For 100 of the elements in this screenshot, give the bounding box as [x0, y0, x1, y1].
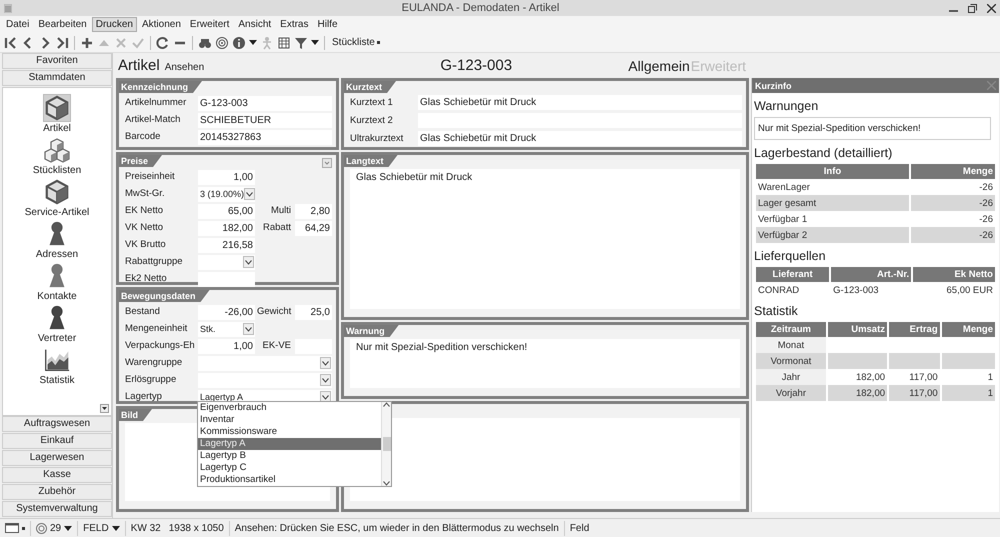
number-field[interactable]: 65,00 — [198, 204, 255, 218]
zoom-value[interactable]: 29 — [50, 522, 62, 534]
column-header[interactable]: Art.-Nr. — [831, 267, 912, 282]
first-icon[interactable] — [4, 36, 18, 50]
number-field[interactable]: 216,58 — [198, 238, 255, 252]
table-cell: Jahr — [756, 369, 826, 385]
dropdown-button[interactable] — [243, 323, 254, 335]
sidebar-item[interactable]: Stücklisten — [32, 165, 82, 176]
column-header[interactable]: Menge — [910, 164, 995, 179]
menu-item[interactable]: Datei — [2, 17, 34, 32]
menu-item[interactable]: Ansicht — [234, 17, 276, 32]
sidebar-item[interactable]: Statistik — [39, 375, 74, 386]
sidebar-item[interactable]: Artikel — [43, 123, 71, 134]
scroll-down-icon[interactable] — [100, 404, 109, 413]
section-title: Bild — [119, 409, 152, 421]
number-field[interactable]: 1,00 — [198, 170, 255, 184]
dropdown-field[interactable] — [198, 254, 255, 270]
tab[interactable]: Allgemein — [628, 58, 690, 74]
sidebar-tile[interactable] — [43, 178, 71, 206]
column-header[interactable]: Ertrag — [889, 322, 940, 337]
table-cell: Lager gesamt — [756, 195, 909, 211]
section-heading: Statistik — [753, 303, 799, 320]
dropdown-option[interactable]: Kommissionsware — [198, 426, 381, 438]
sidebar-tile[interactable] — [43, 94, 71, 122]
maximize-icon[interactable] — [968, 4, 977, 12]
refresh-icon[interactable] — [156, 36, 170, 50]
dropdown-option[interactable]: Eigenverbrauch — [198, 402, 381, 414]
text-field[interactable]: G-123-003 — [198, 96, 332, 110]
scroll-up-icon[interactable] — [383, 402, 390, 407]
dropdown-option[interactable]: Lagertyp B — [198, 450, 381, 462]
info-icon[interactable] — [232, 36, 246, 50]
dropdown-button[interactable] — [320, 374, 331, 386]
column-header[interactable]: Lieferant — [756, 267, 830, 282]
sidebar-group[interactable]: Kasse — [2, 467, 112, 483]
check-icon[interactable] — [131, 36, 145, 50]
text-area[interactable]: Glas Schiebetür mit Druck — [350, 169, 740, 309]
dropdown-option[interactable]: Produktionsartikel — [198, 474, 381, 486]
table-cell-text: Verfügbar 1 — [757, 212, 808, 226]
text-field[interactable]: 20145327863 — [198, 130, 332, 144]
number-field[interactable] — [198, 272, 255, 286]
dropdown-option[interactable]: Inventar — [198, 414, 381, 426]
menu-item[interactable]: Bearbeiten — [34, 17, 91, 32]
sidebar-group[interactable]: Auftragswesen — [2, 416, 112, 432]
dropdown-field[interactable]: Stk. — [198, 322, 255, 336]
plus-icon[interactable] — [80, 36, 94, 50]
number-field[interactable]: -26,00 — [198, 304, 255, 320]
menu-item[interactable]: Extras — [276, 17, 312, 32]
number-field[interactable]: 1,00 — [198, 338, 255, 354]
sidebar-group[interactable]: Systemverwaltung — [2, 501, 112, 517]
number-field[interactable]: 2,80 — [295, 204, 332, 218]
dropdown-icon[interactable] — [22, 526, 25, 530]
chevron-icon — [322, 360, 329, 366]
cubes-icon — [44, 137, 70, 163]
chevron-icon — [322, 378, 329, 382]
number-field[interactable]: 25,0 — [295, 304, 332, 320]
number-field[interactable]: 64,29 — [295, 220, 332, 236]
target-icon[interactable] — [215, 36, 229, 50]
sidebar-group[interactable]: Zubehör — [2, 484, 112, 500]
dropdown-option[interactable]: Lagertyp A — [198, 438, 381, 450]
dropdown-button[interactable] — [243, 256, 254, 268]
sidebar-group[interactable]: Lagerwesen — [2, 450, 112, 466]
text-field[interactable]: SCHIEBETUER — [198, 112, 332, 128]
column-header[interactable]: Zeitraum — [756, 322, 826, 337]
column-header[interactable]: Ek Netto — [913, 267, 995, 282]
column-header[interactable]: Umsatz — [828, 322, 888, 337]
sidebar-item[interactable]: Service-Artikel — [24, 207, 90, 218]
dropdown-field[interactable]: 3 (19.00%) — [198, 186, 255, 202]
text-field[interactable]: Glas Schiebetür mit Druck — [418, 95, 742, 110]
scrollbar-thumb[interactable] — [382, 437, 390, 451]
toolbar-button[interactable]: Stückliste — [330, 37, 382, 48]
scroll-down-icon[interactable] — [383, 481, 390, 486]
menu-item[interactable]: Hilfe — [314, 17, 342, 32]
sidebar-item[interactable]: Adressen — [36, 249, 78, 260]
last-icon[interactable] — [55, 36, 69, 50]
table-icon[interactable] — [277, 36, 291, 50]
number-field[interactable]: 182,00 — [198, 220, 255, 236]
sidebar-group[interactable]: Favoriten — [2, 53, 112, 69]
sidebar-tile[interactable] — [42, 136, 71, 164]
dropdown-button[interactable] — [244, 188, 256, 200]
mode-selector[interactable]: FELD — [83, 522, 109, 534]
menu-item[interactable]: Aktionen — [138, 17, 185, 32]
sidebar-group[interactable]: Einkauf — [2, 433, 112, 449]
sidebar-item[interactable]: Vertreter — [38, 333, 76, 344]
text-field[interactable]: Glas Schiebetür mit Druck — [418, 131, 742, 146]
menu-item[interactable]: Erweitert — [186, 17, 234, 32]
sidebar-item[interactable]: Kontakte — [37, 291, 77, 302]
dropdown-option[interactable]: Lagertyp C — [198, 462, 381, 474]
filter-icon[interactable] — [294, 36, 308, 50]
menu-item[interactable]: Drucken — [92, 17, 137, 32]
sidebar-group[interactable]: Stammdaten — [2, 70, 112, 86]
dropdown-field[interactable] — [198, 372, 332, 388]
close-icon[interactable] — [987, 4, 996, 12]
column-header[interactable]: Menge — [942, 322, 995, 337]
article-number: G-123-003 — [439, 57, 514, 74]
dropdown-field[interactable] — [198, 356, 332, 370]
dropdown-button[interactable] — [320, 357, 331, 369]
mode-label: Ansehen — [164, 62, 204, 72]
column-header[interactable]: Info — [756, 164, 909, 179]
window-icon[interactable] — [5, 523, 19, 533]
text-area[interactable]: Nur mit Spezial-Spedition verschicken! — [350, 339, 740, 388]
